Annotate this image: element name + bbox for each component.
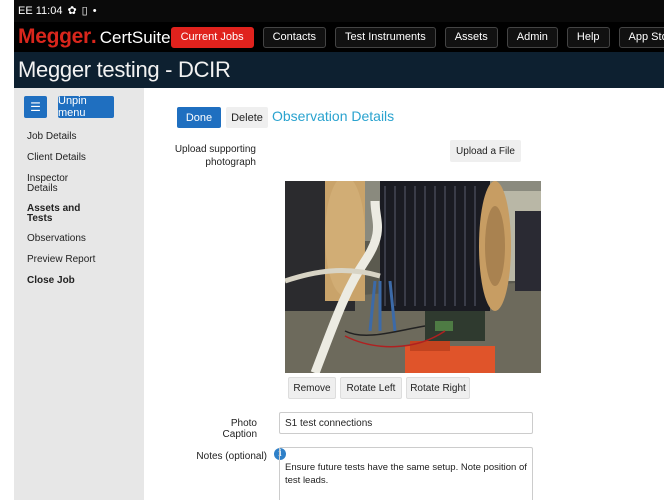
rotate-left-button[interactable]: Rotate Left: [340, 377, 402, 399]
sidebar-item-preview-report[interactable]: Preview Report: [27, 255, 95, 265]
nav-assets[interactable]: Assets: [444, 26, 498, 48]
sidebar-item-inspector-details[interactable]: Inspector Details: [27, 174, 87, 194]
upload-file-button[interactable]: Upload a File: [450, 140, 521, 162]
upload-label: Upload supporting photograph: [174, 144, 256, 168]
notes-textarea[interactable]: Ensure future tests have the same setup.…: [279, 447, 533, 500]
nav-admin[interactable]: Admin: [506, 26, 558, 48]
observation-photo: [285, 181, 541, 373]
rotate-right-button[interactable]: Rotate Right: [406, 377, 470, 399]
page-title: Megger testing - DCIR: [14, 52, 664, 88]
remove-photo-button[interactable]: Remove: [288, 377, 336, 399]
sim-icon: ▯: [81, 4, 88, 17]
sidebar-item-job-details[interactable]: Job Details: [27, 132, 76, 142]
top-nav: Megger . CertSuite Current Jobs Contacts…: [14, 22, 664, 52]
nav-test-instruments[interactable]: Test Instruments: [335, 26, 436, 48]
gear-icon: ✿: [67, 4, 77, 17]
brand-logo[interactable]: Megger . CertSuite: [14, 25, 171, 49]
delete-button[interactable]: Delete: [226, 107, 268, 128]
caption-label: Photo Caption: [222, 418, 257, 440]
dot-icon: •: [92, 4, 97, 17]
device-frame: EE 11:04 ✿ ▯ • Megger . CertSuite Curren…: [0, 0, 664, 500]
nav-current-jobs[interactable]: Current Jobs: [170, 26, 254, 48]
notes-label: Notes (optional): [196, 451, 267, 462]
status-time: EE 11:04: [18, 5, 63, 17]
sidebar-item-observations[interactable]: Observations: [27, 234, 86, 244]
done-button[interactable]: Done: [177, 107, 221, 128]
sidebar-item-assets-and-tests[interactable]: Assets and Tests: [27, 204, 87, 224]
brand-name: Megger: [18, 25, 91, 48]
sidebar: ☰ Unpin menu Job Details Client Details …: [14, 88, 144, 500]
sidebar-item-close-job[interactable]: Close Job: [27, 276, 75, 286]
app-screen: EE 11:04 ✿ ▯ • Megger . CertSuite Curren…: [14, 0, 664, 500]
status-bar: EE 11:04 ✿ ▯ •: [14, 0, 664, 22]
unpin-menu-button[interactable]: Unpin menu: [58, 95, 114, 119]
sidebar-item-client-details[interactable]: Client Details: [27, 153, 86, 163]
form-heading: Observation Details: [272, 108, 395, 124]
sidebar-controls: ☰ Unpin menu: [24, 95, 114, 119]
nav-help[interactable]: Help: [566, 26, 610, 48]
observation-form: Done Delete Observation Details Upload s…: [144, 88, 664, 500]
hamburger-icon[interactable]: ☰: [24, 96, 47, 118]
brand-dot: .: [90, 25, 97, 48]
brand-product: CertSuite: [99, 28, 171, 47]
nav-app-storage-manager[interactable]: App Storage Manager: [618, 26, 664, 48]
caption-input[interactable]: S1 test connections: [279, 412, 533, 434]
nav-contacts[interactable]: Contacts: [262, 26, 327, 48]
